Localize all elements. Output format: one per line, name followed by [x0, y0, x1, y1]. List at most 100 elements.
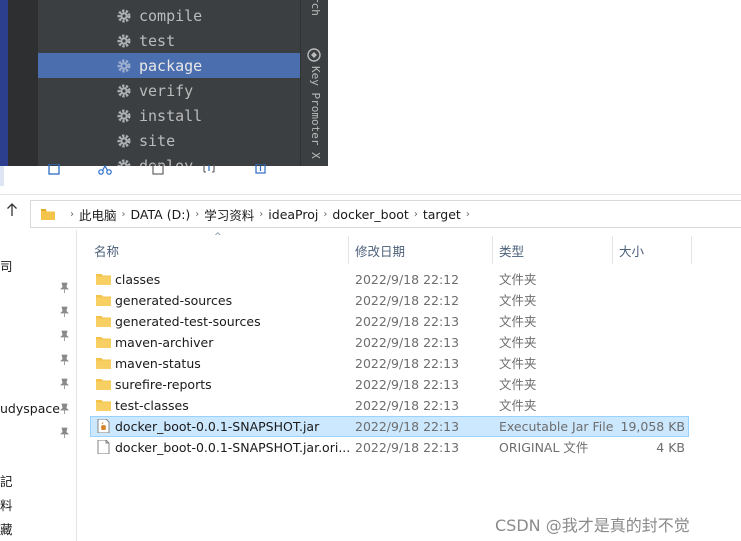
maven-lifecycle-panel: compile test package verify install site… [38, 0, 300, 166]
lifecycle-label: deploy [139, 156, 194, 167]
column-divider[interactable] [691, 236, 692, 264]
window-edge [0, 166, 4, 186]
lifecycle-item-test[interactable]: test [38, 28, 300, 53]
file-type: 文件夹 [499, 314, 537, 329]
file-type: 文件夹 [499, 356, 537, 371]
breadcrumb-ideaproj[interactable]: ideaProj [268, 207, 318, 222]
lifecycle-item-compile[interactable]: compile [38, 3, 300, 28]
file-row[interactable]: surefire-reports 2022/9/18 22:13 文件夹 [90, 374, 689, 395]
jar-file-icon [97, 419, 110, 433]
nav-item[interactable]: 料 [0, 495, 13, 514]
breadcrumb-docker-boot[interactable]: docker_boot [332, 207, 408, 222]
file-type: 文件夹 [499, 335, 537, 350]
file-name: surefire-reports [115, 377, 212, 392]
pin-icon[interactable] [59, 282, 70, 293]
folder-icon [96, 295, 111, 306]
file-size: 19,058 KB [620, 419, 685, 434]
file-type: Executable Jar File [499, 419, 614, 434]
lifecycle-label: install [139, 106, 203, 125]
gear-icon [117, 109, 131, 122]
ide-gutter [8, 0, 38, 166]
breadcrumb-separator-icon[interactable]: › [70, 209, 74, 220]
ide-left-edge [0, 0, 38, 166]
ide-right-tool-strip: rch Key Promoter X [300, 0, 328, 166]
column-header-name[interactable]: 名称 [94, 236, 344, 264]
column-divider[interactable] [348, 236, 349, 264]
file-date: 2022/9/18 22:13 [355, 356, 460, 371]
file-name: test-classes [115, 398, 189, 413]
file-type: ORIGINAL 文件 [499, 440, 589, 455]
file-row[interactable]: docker_boot-0.0.1-SNAPSHOT.jar.ori... 20… [90, 437, 689, 458]
folder-icon [96, 379, 111, 390]
nav-item[interactable]: 司 [0, 256, 13, 275]
file-row[interactable]: generated-sources 2022/9/18 22:12 文件夹 [90, 290, 689, 311]
column-header-label: 修改日期 [355, 243, 406, 259]
breadcrumb-separator-icon[interactable]: › [122, 209, 126, 220]
explorer-ribbon [0, 164, 741, 195]
gear-icon [117, 9, 131, 22]
share-icon[interactable] [98, 164, 112, 176]
file-row[interactable]: generated-test-sources 2022/9/18 22:13 文… [90, 311, 689, 332]
file-name: docker_boot-0.0.1-SNAPSHOT.jar.ori... [115, 440, 351, 455]
copy-icon[interactable] [152, 164, 166, 176]
file-date: 2022/9/18 22:12 [355, 293, 460, 308]
folder-icon [96, 358, 111, 369]
nav-item[interactable]: 記 [0, 471, 13, 490]
breadcrumb-this-pc[interactable]: 此电脑 [79, 205, 117, 224]
column-header-modified[interactable]: 修改日期 [355, 236, 485, 264]
key-promoter-tool-tab[interactable]: Key Promoter X [309, 66, 322, 159]
lifecycle-item-site[interactable]: site [38, 128, 300, 153]
breadcrumb-data-drive[interactable]: DATA (D:) [131, 207, 191, 222]
file-icon [97, 440, 110, 454]
column-divider[interactable] [612, 236, 613, 264]
file-row[interactable]: classes 2022/9/18 22:12 文件夹 [90, 269, 689, 290]
pin-icon[interactable] [59, 306, 70, 317]
file-row-selected[interactable]: docker_boot-0.0.1-SNAPSHOT.jar 2022/9/18… [90, 416, 689, 437]
key-promoter-icon [307, 48, 321, 62]
file-name: generated-test-sources [115, 314, 261, 329]
search-tool-tab[interactable]: rch [309, 0, 322, 16]
pin-icon[interactable] [59, 427, 70, 438]
file-row[interactable]: test-classes 2022/9/18 22:13 文件夹 [90, 395, 689, 416]
lifecycle-label: site [139, 131, 176, 150]
file-date: 2022/9/18 22:13 [355, 335, 460, 350]
nav-item[interactable]: 藏 [0, 519, 13, 538]
navigation-pane: 司 udyspace 記 料 藏 [0, 230, 77, 541]
up-arrow-button[interactable] [4, 203, 20, 223]
rename-icon[interactable] [202, 164, 216, 176]
lifecycle-label: test [139, 31, 176, 50]
breadcrumb-separator-icon[interactable]: › [259, 209, 263, 220]
lifecycle-item-package[interactable]: package [38, 53, 300, 78]
breadcrumb-separator-icon[interactable]: › [323, 209, 327, 220]
pin-icon[interactable] [59, 403, 70, 414]
column-header-size[interactable]: 大小 [619, 236, 689, 264]
breadcrumb-target[interactable]: target [423, 207, 461, 222]
file-row[interactable]: maven-status 2022/9/18 22:13 文件夹 [90, 353, 689, 374]
pin-icon[interactable] [59, 330, 70, 341]
gear-icon [117, 84, 131, 97]
file-date: 2022/9/18 22:13 [355, 377, 460, 392]
lifecycle-item-verify[interactable]: verify [38, 78, 300, 103]
column-divider[interactable] [492, 236, 493, 264]
column-header-label: 类型 [499, 243, 525, 259]
file-type: 文件夹 [499, 398, 537, 413]
nav-item-studyspace[interactable]: udyspace [0, 401, 60, 416]
pin-icon[interactable] [59, 354, 70, 365]
column-header-type[interactable]: 类型 [499, 236, 609, 264]
file-row[interactable]: maven-archiver 2022/9/18 22:13 文件夹 [90, 332, 689, 353]
lifecycle-item-install[interactable]: install [38, 103, 300, 128]
column-header-label: 名称 [94, 243, 120, 259]
address-bar[interactable]: › 此电脑 › DATA (D:) › 学习资料 › ideaProj › do… [30, 200, 741, 228]
breadcrumb-separator-icon[interactable]: › [414, 209, 418, 220]
breadcrumb-separator-icon[interactable]: › [195, 209, 199, 220]
ide-window: compile test package verify install site… [0, 0, 328, 166]
breadcrumb-separator-icon[interactable]: › [466, 209, 470, 220]
pin-icon[interactable] [59, 378, 70, 389]
up-arrow-icon [7, 203, 17, 216]
file-type: 文件夹 [499, 377, 537, 392]
file-size [601, 332, 685, 353]
properties-icon[interactable] [254, 164, 268, 176]
new-item-icon[interactable] [48, 164, 62, 176]
breadcrumb-study-materials[interactable]: 学习资料 [204, 205, 254, 224]
folder-icon [96, 337, 111, 348]
